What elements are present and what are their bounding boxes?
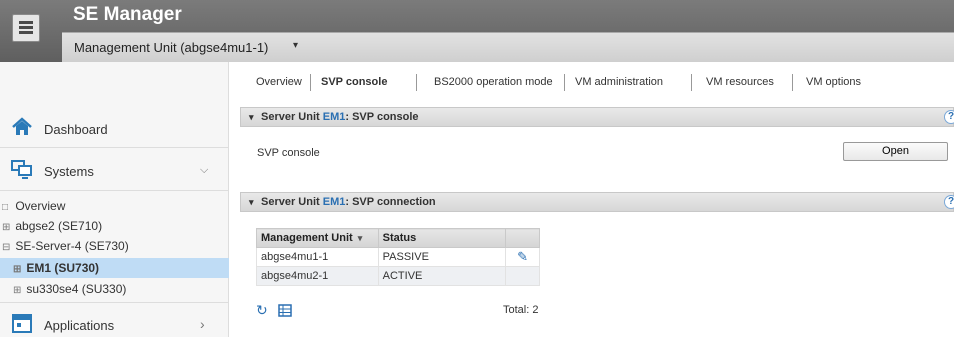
tree-toggle-icon[interactable]: ⊞ xyxy=(2,218,12,238)
sidebar-item-label: Applications xyxy=(44,318,115,333)
hamburger-menu-icon[interactable] xyxy=(12,14,40,42)
chevron-down-icon[interactable]: ⌵ xyxy=(200,164,208,177)
tab-svp-console[interactable]: SVP console xyxy=(321,70,387,94)
unit-selector-label[interactable]: Management Unit (abgse4mu1-1) xyxy=(74,40,268,55)
help-icon[interactable]: ? xyxy=(944,195,954,209)
svp-connection-table: Management Unit ▾ Status abgse4mu1-1 PAS… xyxy=(256,228,540,286)
tab-divider xyxy=(564,74,565,91)
tree-item-em1[interactable]: ⊞ EM1 (SU730) xyxy=(0,258,229,278)
svp-console-label: SVP console xyxy=(257,147,320,159)
home-icon xyxy=(12,117,32,135)
tree-item-label: EM1 (SU730) xyxy=(26,261,100,275)
calendar-icon xyxy=(12,314,32,333)
sidebar: Dashboard Systems ⌵ □ Overview ⊞ abgse2 … xyxy=(0,62,229,337)
cell-status: PASSIVE xyxy=(377,247,507,267)
sidebar-item-dashboard[interactable]: Dashboard xyxy=(0,108,229,148)
tab-bs2000-operation-mode[interactable]: BS2000 operation mode xyxy=(434,70,553,94)
tab-divider xyxy=(310,74,311,91)
table-row[interactable]: abgse4mu1-1 PASSIVE ✎ xyxy=(256,247,540,267)
collapse-caret-icon[interactable]: ▾ xyxy=(249,193,254,211)
tab-divider xyxy=(416,74,417,91)
divider xyxy=(0,302,229,303)
open-button[interactable]: Open xyxy=(843,142,948,161)
total-count: Total: 2 xyxy=(503,304,539,316)
unit-selector[interactable]: Management Unit (abgse4mu1-1) ▾ xyxy=(62,32,954,62)
tab-divider xyxy=(792,74,793,91)
tree-item-label: SE-Server-4 (SE730) xyxy=(15,239,129,253)
sidebar-item-label: Dashboard xyxy=(44,122,108,137)
help-icon[interactable]: ? xyxy=(944,110,954,124)
column-header-management-unit[interactable]: Management Unit ▾ xyxy=(256,228,379,248)
cell-management-unit: abgse4mu2-1 xyxy=(256,266,379,286)
tree-item-abgse2[interactable]: ⊞ abgse2 (SE710) xyxy=(0,216,229,236)
cell-status: ACTIVE xyxy=(377,266,507,286)
tree-item-label: abgse2 (SE710) xyxy=(15,219,103,233)
tab-vm-resources[interactable]: VM resources xyxy=(706,70,774,94)
tree-toggle-icon[interactable]: ⊟ xyxy=(2,238,12,258)
cell-actions: ✎ xyxy=(505,247,540,267)
tab-vm-options[interactable]: VM options xyxy=(806,70,861,94)
sort-down-icon[interactable]: ▾ xyxy=(358,233,363,243)
table-header-row: Management Unit ▾ Status xyxy=(256,228,540,248)
tree-toggle-icon[interactable]: ⊞ xyxy=(13,260,23,280)
tree-item-se-server-4[interactable]: ⊟ SE-Server-4 (SE730) xyxy=(0,236,229,256)
collapse-caret-icon[interactable]: ▾ xyxy=(249,108,254,126)
app-header: SE Manager Management Unit (abgse4mu1-1)… xyxy=(0,0,954,62)
tab-overview[interactable]: Overview xyxy=(256,70,302,94)
app-title: SE Manager xyxy=(73,4,182,25)
tree-item-label: su330se4 (SU330) xyxy=(26,282,127,296)
panel-title: Server Unit EM1: SVP console xyxy=(261,111,419,123)
pencil-edit-icon[interactable]: ✎ xyxy=(517,249,528,264)
divider xyxy=(0,147,229,148)
panel-title: Server Unit EM1: SVP connection xyxy=(261,196,436,208)
svp-connection-panel-header[interactable]: ▾ Server Unit EM1: SVP connection ? xyxy=(240,192,954,212)
tree-item-label: Overview xyxy=(15,199,66,213)
chevron-down-icon[interactable]: ▾ xyxy=(293,40,298,51)
svp-console-panel-header[interactable]: ▾ Server Unit EM1: SVP console ? xyxy=(240,107,954,127)
sidebar-item-applications[interactable]: Applications › xyxy=(0,306,229,337)
chevron-right-icon[interactable]: › xyxy=(200,316,205,332)
refresh-icon[interactable]: ↻ xyxy=(256,302,268,319)
cell-management-unit: abgse4mu1-1 xyxy=(256,247,379,267)
tab-divider xyxy=(691,74,692,91)
export-table-icon[interactable] xyxy=(278,304,292,317)
cell-actions xyxy=(505,266,540,286)
tree-toggle-icon[interactable]: □ xyxy=(2,198,12,218)
sidebar-item-systems[interactable]: Systems ⌵ xyxy=(0,150,229,190)
divider xyxy=(0,190,229,191)
sidebar-item-label: Systems xyxy=(44,164,94,179)
column-header-actions xyxy=(505,228,540,248)
tree-item-overview[interactable]: □ Overview xyxy=(0,196,229,216)
monitors-icon xyxy=(11,160,32,179)
tree-item-su330se4[interactable]: ⊞ su330se4 (SU330) xyxy=(0,279,229,299)
tab-vm-administration[interactable]: VM administration xyxy=(575,70,663,94)
tree-toggle-icon[interactable]: ⊞ xyxy=(13,281,23,301)
table-row[interactable]: abgse4mu2-1 ACTIVE xyxy=(256,266,540,286)
column-header-status[interactable]: Status xyxy=(377,228,507,248)
